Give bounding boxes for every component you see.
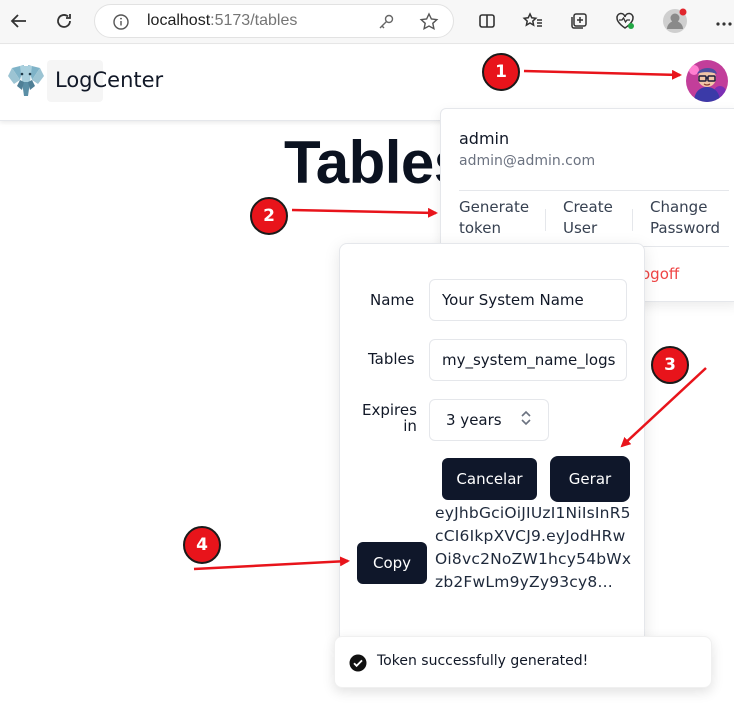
menu-divider (545, 209, 546, 231)
expires-value: 3 years (446, 411, 502, 429)
expires-label: Expires in (362, 401, 417, 435)
back-icon[interactable] (6, 8, 32, 34)
address-bar[interactable]: localhost:5173/tables (94, 4, 454, 38)
menu-divider (459, 190, 729, 191)
expires-select[interactable]: 3 years (429, 399, 549, 441)
user-avatar[interactable] (686, 60, 728, 102)
name-label: Name (370, 291, 415, 309)
cancel-button[interactable]: Cancelar (442, 458, 537, 500)
site-info-icon[interactable] (113, 14, 129, 34)
change-password-button[interactable]: Change Password (650, 197, 720, 239)
url-text: localhost:5173/tables (147, 12, 298, 29)
browser-essentials-icon[interactable] (612, 8, 638, 34)
callout-4: 4 (183, 526, 221, 564)
menu-divider (632, 209, 633, 231)
toast-message: Token successfully generated! (377, 653, 589, 669)
name-input[interactable]: Your System Name (429, 279, 627, 321)
account-email: admin@admin.com (459, 153, 596, 169)
check-circle-icon (349, 654, 367, 676)
key-icon[interactable] (377, 13, 395, 35)
callout-1: 1 (482, 53, 520, 91)
profile-icon[interactable] (662, 8, 688, 34)
brand-name[interactable]: LogCenter (55, 68, 163, 92)
favorites-icon[interactable] (520, 8, 546, 34)
favorite-star-icon[interactable] (419, 12, 439, 36)
tables-input[interactable]: my_system_name_logs (429, 339, 627, 381)
more-options-icon[interactable] (712, 8, 734, 34)
collections-icon[interactable] (566, 8, 592, 34)
browser-toolbar: localhost:5173/tables (0, 0, 734, 44)
create-user-button[interactable]: Create User (563, 197, 613, 239)
generate-token-dialog: Name Your System Name Tables my_system_n… (339, 243, 645, 643)
account-name: admin (459, 129, 510, 148)
generated-token-text: eyJhbGciOiJIUzI1NiIsInR5cCI6IkpXVCJ9.eyJ… (435, 504, 632, 591)
generate-token-button[interactable]: Generate token (459, 197, 529, 239)
copy-button[interactable]: Copy (357, 542, 427, 584)
refresh-icon[interactable] (51, 8, 77, 34)
logoff-button[interactable]: ogoff (641, 265, 679, 283)
arrow-2 (291, 207, 438, 218)
callout-3: 3 (651, 346, 689, 384)
elephant-logo-icon (6, 62, 46, 104)
callout-2: 2 (250, 197, 288, 235)
generate-button[interactable]: Gerar (552, 458, 628, 500)
tables-label: Tables (368, 350, 415, 368)
select-chevron-icon (520, 410, 532, 430)
reading-view-icon[interactable] (474, 8, 500, 34)
arrow-4 (193, 556, 350, 571)
success-toast: Token successfully generated! (334, 636, 712, 688)
